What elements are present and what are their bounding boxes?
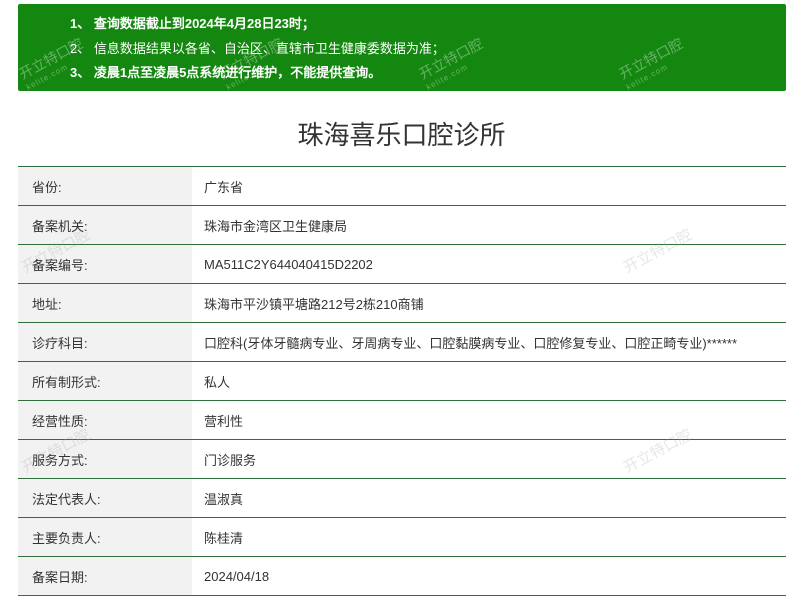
- table-row: 省份: 广东省: [18, 166, 786, 206]
- table-row: 主要负责人: 陈桂清: [18, 517, 786, 557]
- table-row: 经营性质: 营利性: [18, 400, 786, 440]
- row-label: 地址:: [18, 283, 192, 323]
- notice-line-2: 2、 信息数据结果以各省、自治区、直辖市卫生健康委数据为准；: [70, 41, 445, 56]
- row-value: 广东省: [192, 166, 786, 206]
- row-value: 2024/04/18: [192, 556, 786, 596]
- table-row: 诊疗科目: 口腔科(牙体牙髓病专业、牙周病专业、口腔黏膜病专业、口腔修复专业、口…: [18, 322, 786, 362]
- clinic-title: 珠海喜乐口腔诊所: [297, 120, 506, 150]
- notice-line-1: 1、 查询数据截止到2024年4月28日23时；: [70, 16, 315, 31]
- table-row: 备案编号: MA511C2Y644040415D2202: [18, 244, 786, 284]
- watermark: 开立特口腔 kelite.com: [616, 35, 686, 91]
- notice-line-3: 3、 凌晨1点至凌晨5点系统进行维护，不能提供查询。: [70, 65, 382, 80]
- row-value: 陈桂清: [192, 517, 786, 557]
- table-row: 备案日期: 2024/04/18: [18, 556, 786, 596]
- row-value: 私人: [192, 361, 786, 401]
- row-label: 备案编号:: [18, 244, 192, 284]
- row-label: 备案日期:: [18, 556, 192, 596]
- row-label: 主要负责人:: [18, 517, 192, 557]
- row-label: 经营性质:: [18, 400, 192, 440]
- table-row: 服务方式: 门诊服务: [18, 439, 786, 479]
- row-label: 备案机关:: [18, 205, 192, 245]
- table-row: 所有制形式: 私人: [18, 361, 786, 401]
- row-value: 温淑真: [192, 478, 786, 518]
- row-label: 省份:: [18, 166, 192, 206]
- row-value: 门诊服务: [192, 439, 786, 479]
- row-value: MA511C2Y644040415D2202: [192, 244, 786, 284]
- page: 1、 查询数据截止到2024年4月28日23时； 2、 信息数据结果以各省、自治…: [0, 0, 803, 604]
- table-row: 备案机关: 珠海市金湾区卫生健康局: [18, 205, 786, 245]
- table-row: 地址: 珠海市平沙镇平塘路212号2栋210商铺: [18, 283, 786, 323]
- row-label: 服务方式:: [18, 439, 192, 479]
- notice-banner: 1、 查询数据截止到2024年4月28日23时； 2、 信息数据结果以各省、自治…: [18, 4, 786, 91]
- row-value: 珠海市平沙镇平塘路212号2栋210商铺: [192, 283, 786, 323]
- row-label: 法定代表人:: [18, 478, 192, 518]
- clinic-info-table: 省份: 广东省 备案机关: 珠海市金湾区卫生健康局 备案编号: MA511C2Y…: [18, 166, 786, 596]
- row-value: 珠海市金湾区卫生健康局: [192, 205, 786, 245]
- row-label: 所有制形式:: [18, 361, 192, 401]
- row-value: 口腔科(牙体牙髓病专业、牙周病专业、口腔黏膜病专业、口腔修复专业、口腔正畸专业)…: [192, 322, 786, 362]
- row-value: 营利性: [192, 400, 786, 440]
- table-row: 法定代表人: 温淑真: [18, 478, 786, 518]
- row-label: 诊疗科目:: [18, 322, 192, 362]
